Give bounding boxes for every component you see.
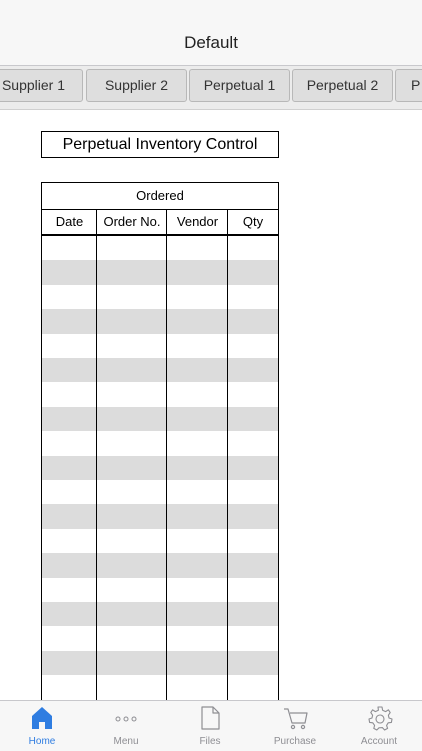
table-row[interactable] xyxy=(42,406,278,432)
tabbar-item-menu[interactable]: Menu xyxy=(84,701,168,751)
table-row[interactable] xyxy=(42,382,278,406)
tab-supplier-1[interactable]: Supplier 1 xyxy=(0,69,83,102)
table-row[interactable] xyxy=(42,504,278,529)
ordered-table: Ordered Date Order No. Vendor Qty xyxy=(41,182,279,702)
cart-icon xyxy=(284,708,308,730)
table-row[interactable] xyxy=(42,285,278,309)
gear-icon xyxy=(368,706,393,731)
tab-supplier-2[interactable]: Supplier 2 xyxy=(86,69,187,102)
bottom-tab-bar: Home Menu Files Purchase Account xyxy=(0,700,422,751)
table-row[interactable] xyxy=(42,455,278,480)
sheet-tab-strip[interactable]: Supplier 1 Supplier 2 Perpetual 1 Perpet… xyxy=(0,66,422,110)
column-header-qty: Qty xyxy=(242,214,264,229)
more-icon xyxy=(115,716,137,722)
tabbar-item-purchase[interactable]: Purchase xyxy=(253,701,337,751)
column-divider xyxy=(227,210,228,701)
table-row[interactable] xyxy=(42,480,278,504)
section-header-ordered: Ordered xyxy=(42,183,278,210)
column-header-order-no: Order No. xyxy=(103,214,161,229)
tabbar-item-home[interactable]: Home xyxy=(0,701,84,751)
home-icon xyxy=(32,707,52,729)
tabbar-label-purchase: Purchase xyxy=(273,736,317,747)
tabbar-label-menu: Menu xyxy=(113,736,139,747)
table-row[interactable] xyxy=(42,431,278,455)
column-header-vendor: Vendor xyxy=(176,214,219,229)
header-divider xyxy=(42,234,278,236)
table-row[interactable] xyxy=(42,675,278,699)
tab-perpetual-1[interactable]: Perpetual 1 xyxy=(189,69,290,102)
table-row[interactable] xyxy=(42,334,278,358)
table-row[interactable] xyxy=(42,529,278,553)
document-title: Perpetual Inventory Control xyxy=(41,131,279,158)
page-title: Default xyxy=(184,33,238,52)
table-row[interactable] xyxy=(42,260,278,285)
table-row[interactable] xyxy=(42,578,278,602)
table-row[interactable] xyxy=(42,236,278,260)
file-icon xyxy=(201,706,220,730)
tabbar-item-files[interactable]: Files xyxy=(168,701,252,751)
table-row[interactable] xyxy=(42,650,278,676)
table-row[interactable] xyxy=(42,602,278,627)
tabbar-label-account: Account xyxy=(360,736,398,747)
tabbar-item-account[interactable]: Account xyxy=(337,701,421,751)
table-row[interactable] xyxy=(42,626,278,650)
column-header-date: Date xyxy=(55,214,84,229)
table-row[interactable] xyxy=(42,553,278,578)
column-divider xyxy=(96,210,97,701)
table-row[interactable] xyxy=(42,358,278,383)
table-row[interactable] xyxy=(42,309,278,334)
column-divider xyxy=(166,210,167,701)
navigation-bar: Default xyxy=(0,0,422,66)
tab-perpetual-2[interactable]: Perpetual 2 xyxy=(292,69,393,102)
tab-partial[interactable]: P xyxy=(395,69,422,102)
tabbar-label-home: Home xyxy=(28,736,56,747)
tabbar-label-files: Files xyxy=(199,736,221,747)
